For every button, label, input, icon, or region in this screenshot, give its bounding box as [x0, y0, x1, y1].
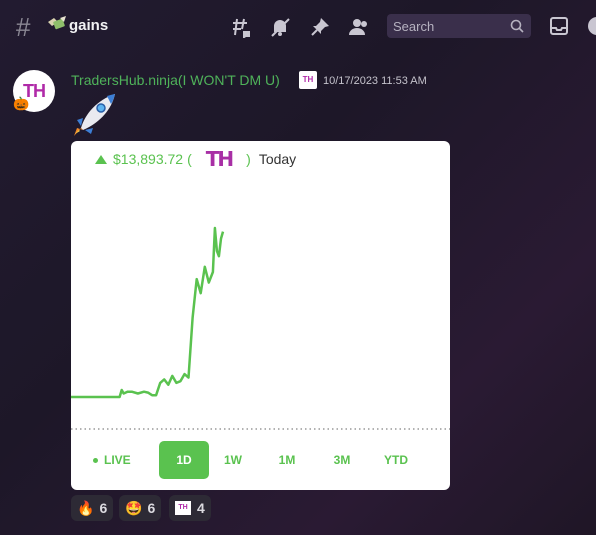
- channel-header: # gains Search: [0, 0, 596, 52]
- search-icon: [510, 19, 524, 38]
- reaction-count: 6: [147, 500, 156, 516]
- live-dot-icon: [93, 458, 98, 464]
- range-tabs: LIVE 1D 1W 1M 3M YTD: [71, 441, 450, 479]
- price-line: [71, 226, 225, 399]
- range-tab-1d[interactable]: 1D: [159, 441, 209, 479]
- threads-icon[interactable]: [229, 16, 251, 43]
- price-chart: [71, 226, 450, 430]
- channel-name[interactable]: gains: [69, 17, 108, 34]
- user-badge: TH: [299, 71, 317, 89]
- fire-icon: 🔥: [77, 499, 95, 516]
- reaction-count: 6: [99, 500, 108, 516]
- stock-chart-embed[interactable]: $13,893.72 ( TH ) Today LIVE 1D 1W 1M 3M YTD: [71, 141, 450, 490]
- star-struck-icon: 🤩: [125, 499, 143, 516]
- range-tab-ytd[interactable]: YTD: [379, 441, 413, 479]
- pin-icon[interactable]: [309, 16, 331, 43]
- mute-bell-icon[interactable]: [269, 16, 291, 43]
- rocket-icon: [71, 90, 121, 143]
- range-tab-1w[interactable]: 1W: [216, 441, 250, 479]
- inbox-icon[interactable]: [549, 16, 569, 41]
- message-timestamp: 10/17/2023 11:53 AM: [323, 75, 427, 87]
- pumpkin-icon: 🎃: [13, 96, 30, 111]
- range-tab-live[interactable]: LIVE: [93, 441, 131, 479]
- username[interactable]: TradersHub.ninja(I WON'T DM U): [71, 72, 280, 88]
- money-wings-icon: [46, 14, 68, 39]
- range-tab-label: LIVE: [104, 453, 131, 467]
- reaction-count: 4: [197, 500, 205, 516]
- avatar[interactable]: TH 🎃: [13, 70, 55, 112]
- reaction-th[interactable]: TH 4: [169, 495, 211, 521]
- reaction-star-struck[interactable]: 🤩 6: [119, 495, 162, 521]
- range-tab-1m[interactable]: 1M: [270, 441, 304, 479]
- search-placeholder: Search: [393, 19, 435, 34]
- th-emoji-icon: TH: [175, 501, 191, 515]
- range-tab-3m[interactable]: 3M: [325, 441, 359, 479]
- search-input[interactable]: Search: [387, 14, 531, 38]
- members-icon[interactable]: [348, 16, 370, 43]
- reaction-fire[interactable]: 🔥 6: [71, 495, 114, 521]
- help-icon[interactable]: [587, 16, 596, 41]
- hash-icon: #: [16, 12, 31, 42]
